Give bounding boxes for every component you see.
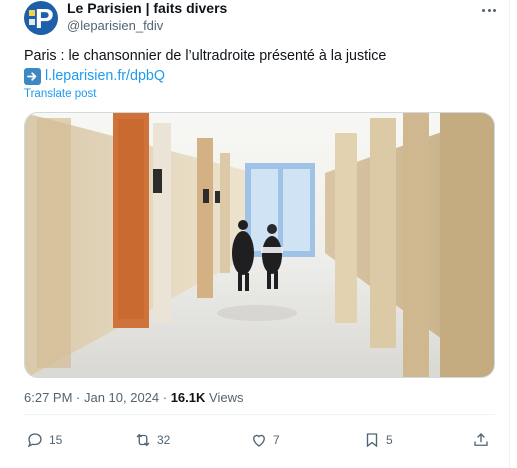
- tweet-link[interactable]: l.leparisien.fr/dpbQ: [45, 68, 165, 84]
- tweet-timestamp[interactable]: 6:27 PM · Jan 10, 2024 · 16.1K Views: [24, 390, 243, 405]
- divider: [24, 414, 495, 415]
- tweet-card: P Le Parisien | faits divers @leparisien…: [0, 0, 510, 468]
- views-count: 16.1K: [170, 390, 206, 405]
- avatar[interactable]: P: [24, 1, 58, 35]
- heart-icon: [253, 434, 265, 447]
- tweet-link-line: l.leparisien.fr/dpbQ: [24, 66, 165, 86]
- more-options-icon[interactable]: [480, 1, 498, 19]
- repost-icon: [136, 433, 150, 447]
- repost-count: 32: [157, 433, 171, 447]
- tweet-photo[interactable]: [24, 112, 495, 378]
- tweet-text: Paris : le chansonnier de l’ultradroite …: [24, 48, 387, 64]
- bookmark-icon: [366, 433, 378, 448]
- like-button[interactable]: 7: [250, 430, 280, 450]
- share-icon: [474, 433, 488, 446]
- share-button[interactable]: [472, 430, 490, 450]
- author-handle[interactable]: @leparisien_fdiv: [67, 18, 163, 33]
- translate-post-link[interactable]: Translate post: [24, 88, 96, 100]
- reply-icon: [27, 433, 42, 448]
- right-arrow-emoji-icon: [24, 67, 41, 85]
- views-label: Views: [205, 390, 244, 405]
- author-name[interactable]: Le Parisien | faits divers: [67, 0, 227, 16]
- bookmark-count: 5: [386, 433, 393, 447]
- reply-count: 15: [49, 433, 63, 447]
- avatar-letter: P: [35, 3, 54, 34]
- courthouse-corridor-photo: [25, 113, 494, 377]
- like-count: 7: [273, 433, 280, 447]
- bookmark-button[interactable]: 5: [363, 430, 393, 450]
- repost-button[interactable]: 32: [134, 430, 170, 450]
- reply-button[interactable]: 15: [26, 430, 62, 450]
- post-time[interactable]: 6:27 PM · Jan 10, 2024 ·: [24, 390, 171, 405]
